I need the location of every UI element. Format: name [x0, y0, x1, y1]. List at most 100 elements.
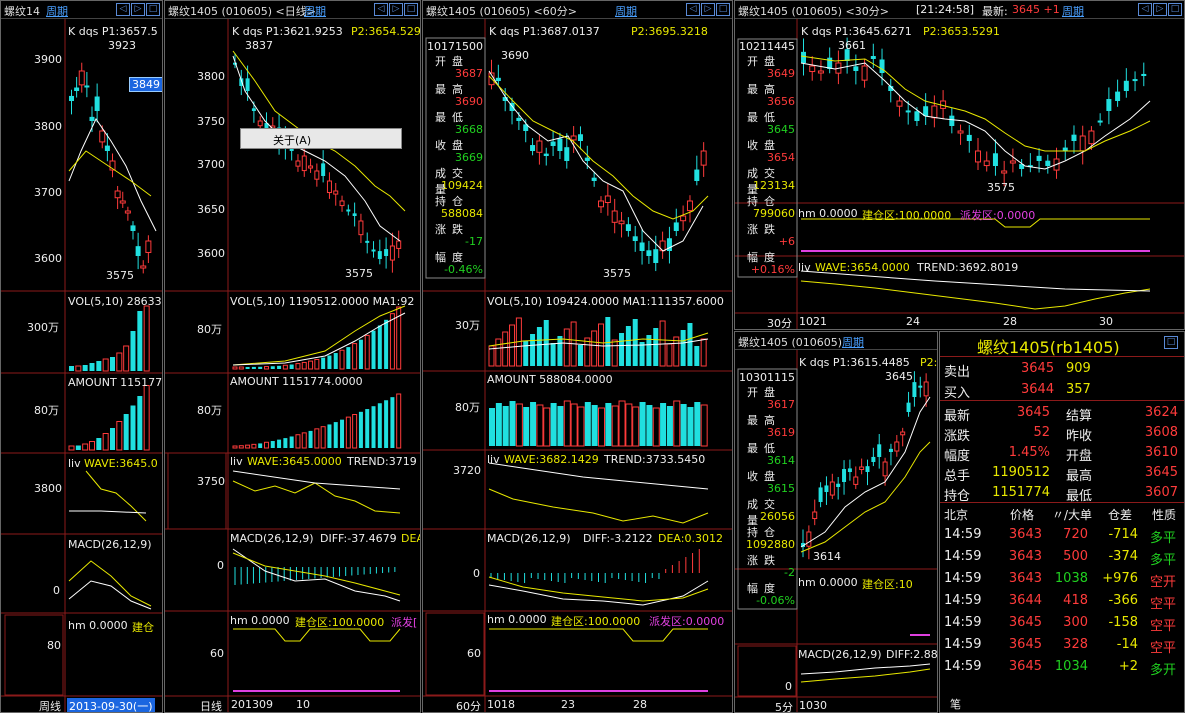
- candle-body: [694, 169, 700, 181]
- volume-bar: [694, 346, 700, 366]
- tick-row: 14:59 3644 418 -366 空平: [940, 591, 1184, 612]
- quote-row: 最新 3645 结算 3624: [940, 403, 1184, 424]
- y-tick: 3700: [197, 158, 225, 171]
- candle-body: [333, 190, 339, 195]
- volume-bar: [591, 405, 598, 446]
- candle-body: [1088, 130, 1095, 145]
- tick-cell: 720: [1063, 527, 1088, 542]
- candle-body: [74, 87, 80, 91]
- volume-bar: [619, 333, 625, 366]
- wave-label: WAVE:3654.0000: [815, 261, 910, 274]
- volume-bar: [251, 443, 257, 449]
- volume-bar: [639, 402, 646, 446]
- y-tick: 3900: [34, 53, 62, 66]
- y-tick: 3700: [34, 186, 62, 199]
- candle-body: [912, 382, 917, 397]
- quote-cell: 结算: [1066, 409, 1093, 424]
- tick-cell: 328: [1063, 637, 1088, 652]
- info-label: 开盘: [747, 386, 781, 399]
- tick-cell: 3643: [1008, 571, 1042, 586]
- menu-item-about[interactable]: 关于(A): [273, 132, 311, 148]
- candle-body: [900, 431, 906, 436]
- volume-bar: [232, 445, 238, 449]
- volume-bar: [625, 326, 631, 366]
- info-row: 持仓: [427, 193, 483, 208]
- info-value: -0.46%: [444, 263, 483, 276]
- ticks-header: 北京 价格 〃/大单 仓差 性质: [940, 504, 1184, 525]
- chart-window-60min[interactable]: 螺纹1405 (010605) <60分> 周期 ◁ ▷ □ K dqs P1:36…: [422, 0, 733, 713]
- volume-bar: [570, 403, 578, 447]
- volume-bar: [666, 406, 673, 446]
- info-row: 最高: [427, 81, 483, 96]
- candle-body: [314, 170, 320, 180]
- volume-bar: [340, 419, 345, 448]
- volume-bar: [68, 445, 75, 451]
- quote-cell: 3608: [1144, 425, 1178, 440]
- volume-bar: [238, 445, 244, 449]
- liv-tick: 3800: [34, 482, 62, 495]
- volume-bar: [137, 396, 143, 450]
- ticks-header-cell: 性质: [1151, 508, 1176, 522]
- candle-body: [495, 77, 501, 81]
- volume-bar: [371, 406, 376, 448]
- candle-body: [639, 242, 645, 251]
- tick-cell: 14:59: [944, 615, 982, 630]
- candle-body: [1106, 99, 1112, 111]
- candle-body: [1001, 170, 1008, 174]
- context-menu[interactable]: 关于(A): [240, 128, 402, 149]
- volume-bar: [495, 403, 502, 446]
- tick-cell: +976: [1102, 571, 1138, 586]
- amount-tick: 80万: [455, 401, 480, 414]
- chart-window-30min[interactable]: 螺纹1405 (010605) <30分> [21:24:58] 最新: 364…: [734, 0, 1185, 330]
- candle-body: [646, 250, 652, 256]
- volume-bar: [371, 330, 376, 369]
- volume-bar: [110, 357, 115, 371]
- volume-bar: [263, 366, 269, 370]
- candle-body: [865, 466, 870, 472]
- info-value: 3687: [455, 67, 483, 80]
- x-label: 10: [296, 698, 310, 711]
- high-label: 3837: [245, 39, 273, 52]
- volume-bar: [611, 339, 618, 367]
- quote-panel: 螺纹1405(rb1405) □ 卖出 3645 909 买入 3644 357…: [939, 331, 1185, 713]
- info-row: 持仓: [739, 524, 795, 539]
- hm-dist-label: 派发区:0.0000: [649, 615, 725, 628]
- info-value: 3669: [455, 151, 483, 164]
- candle-body: [577, 134, 583, 141]
- candle-body: [69, 95, 74, 101]
- candle-body: [352, 213, 357, 216]
- info-label: 最高: [435, 83, 469, 96]
- volume-bar: [577, 345, 583, 366]
- y-tick: 3800: [34, 120, 62, 133]
- candle-body: [809, 65, 816, 73]
- chart-window-5min[interactable]: 螺纹1405 (010605) 周期 K dqs P1:3615.4485 P2…: [734, 331, 938, 713]
- bid-row: 买入 3644 357: [940, 380, 1184, 401]
- volume-bar: [502, 331, 509, 367]
- quote-header: 螺纹1405(rb1405) □: [940, 332, 1184, 357]
- candle-body: [611, 210, 618, 223]
- macd-label: MACD(26,12,9): [487, 532, 571, 545]
- info-label: 收盘: [435, 139, 469, 152]
- info-value: +0.16%: [750, 263, 795, 276]
- macd-label: MACD(26,12,9): [230, 532, 314, 545]
- volume-bar: [536, 327, 542, 366]
- candle-body: [371, 249, 376, 252]
- hm-build-label: 建仓区:100.0000: [862, 209, 952, 222]
- candle-body: [847, 468, 852, 472]
- liv-label: liv: [68, 457, 81, 470]
- candle-body: [245, 78, 250, 91]
- chart-window-daily[interactable]: 螺纹1405 (010605) <日线> 周期 ◁ ▷ □ K dqs P1:362…: [164, 0, 421, 713]
- chart-window-weekly[interactable]: 螺纹14 周期 ◁ ▷ □ K dqs P1:3657.5 3923 3575 38…: [0, 0, 163, 713]
- candle-body: [829, 481, 835, 496]
- volume-bar: [289, 364, 294, 369]
- hm-label: hm 0.0000: [798, 207, 858, 220]
- candle-body: [801, 51, 806, 63]
- candle-body: [1009, 160, 1016, 164]
- maximize-icon[interactable]: □: [1164, 336, 1178, 349]
- info-panel: 10211445 开盘 3649 最高 3656 最低 3645 收盘 3654 成交量 1231…: [739, 40, 795, 277]
- info-time: 10301115: [739, 371, 795, 384]
- macd-tick: 0: [785, 680, 792, 693]
- volume-bar: [673, 400, 681, 447]
- candle-body: [842, 469, 847, 482]
- low-label: 3575: [106, 269, 134, 282]
